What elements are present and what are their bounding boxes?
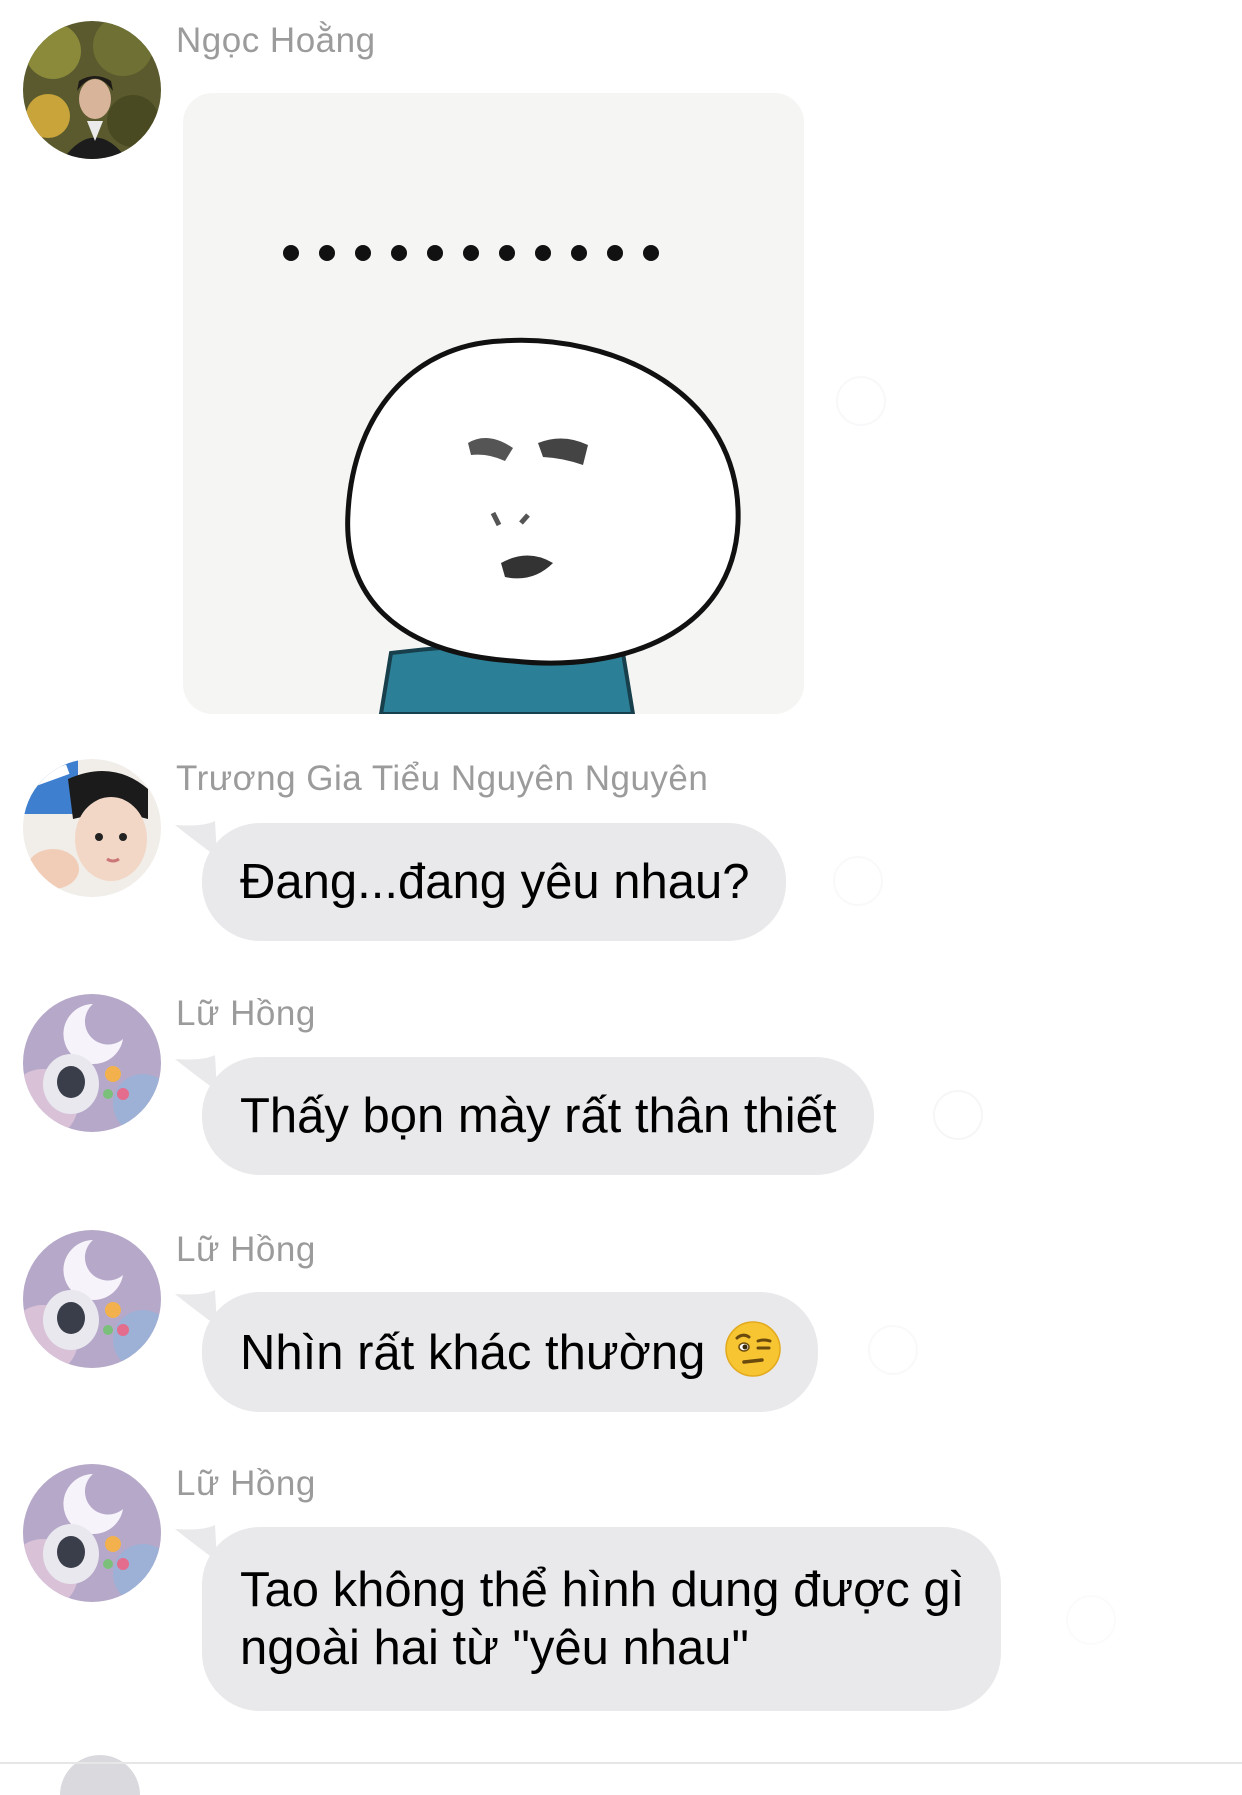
react-button[interactable]: [933, 1090, 983, 1140]
react-button[interactable]: [1066, 1595, 1116, 1645]
avatar-ngoc-hoang[interactable]: [23, 21, 161, 159]
annoyed-face-sticker[interactable]: [183, 93, 804, 714]
sender-name: Lữ Hồng: [176, 994, 316, 1033]
avatar-lu-hong[interactable]: [23, 1464, 161, 1602]
sender-name: Ngọc Hoằng: [176, 21, 376, 60]
react-button[interactable]: [833, 856, 883, 906]
sender-name: Lữ Hồng: [176, 1230, 316, 1269]
message-line: Tao không thể hình dung được gì: [240, 1563, 965, 1617]
message-bubble[interactable]: Nhìn rất khác thường: [202, 1292, 818, 1412]
message-text: Nhìn rất khác thường: [240, 1326, 706, 1380]
divider: [0, 1762, 1242, 1764]
sender-name: Lữ Hồng: [176, 1464, 316, 1503]
message-bubble[interactable]: Tao không thể hình dung được gì ngoài ha…: [202, 1527, 1002, 1711]
react-button[interactable]: [868, 1325, 918, 1375]
avatar[interactable]: [60, 1755, 140, 1795]
message-bubble[interactable]: Đang...đang yêu nhau?: [202, 823, 787, 941]
message-line: ngoài hai từ "yêu nhau": [240, 1621, 749, 1675]
avatar-truong-gia-tieu-nguyen-nguyen[interactable]: [23, 759, 161, 897]
avatar-lu-hong[interactable]: [23, 994, 161, 1132]
face-with-raised-eyebrow-emoji: [725, 1321, 781, 1377]
message-bubble[interactable]: Thấy bọn mày rất thân thiết: [202, 1057, 874, 1175]
react-button[interactable]: [836, 376, 886, 426]
sender-name: Trương Gia Tiểu Nguyên Nguyên: [176, 759, 709, 798]
avatar-lu-hong[interactable]: [23, 1230, 161, 1368]
